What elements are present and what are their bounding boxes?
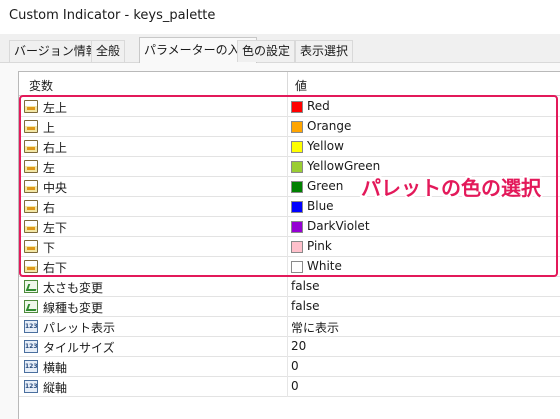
number-param-icon: 123 [24, 320, 38, 333]
tab-colors[interactable]: 色の設定 [237, 40, 296, 62]
parameters-table: 変数 値 左上 Red 上 Orange 右上 Yellow 左 YellowGreen 中央 G… [18, 71, 560, 419]
column-divider [287, 237, 288, 257]
param-name: 下 [43, 241, 56, 255]
color-param-icon [24, 200, 38, 213]
color-param-icon [24, 160, 38, 173]
color-param-icon [24, 180, 38, 193]
title-bar: Custom Indicator - keys_palette [0, 0, 560, 34]
param-name: 上 [43, 121, 56, 135]
param-value[interactable]: false [291, 299, 320, 313]
param-name: タイルサイズ [43, 341, 115, 355]
color-swatch[interactable] [291, 101, 303, 113]
param-name: 線種も変更 [43, 301, 104, 315]
color-swatch[interactable] [291, 181, 303, 193]
color-param-icon [24, 140, 38, 153]
column-header-variable[interactable]: 変数 [29, 77, 53, 94]
tab-visualization[interactable]: 表示選択 [295, 40, 354, 62]
column-divider [287, 217, 288, 237]
table-row-palette-display[interactable]: 123 パレット表示 常に表示 [19, 317, 560, 337]
param-value[interactable]: YellowGreen [307, 159, 380, 173]
param-value[interactable]: Pink [307, 239, 332, 253]
color-swatch[interactable] [291, 241, 303, 253]
column-divider [287, 357, 288, 377]
table-row-change-style[interactable]: 線種も変更 false [19, 297, 560, 317]
param-value[interactable]: White [307, 259, 342, 273]
table-row-vertical-axis[interactable]: 123 縦軸 0 [19, 377, 560, 397]
param-value[interactable]: DarkViolet [307, 219, 370, 233]
number-param-icon: 123 [24, 380, 38, 393]
param-value[interactable]: false [291, 279, 320, 293]
bool-param-icon [24, 300, 38, 313]
table-row-bottom-left[interactable]: 左下 DarkViolet [19, 217, 560, 237]
column-divider [287, 277, 288, 297]
color-swatch[interactable] [291, 141, 303, 153]
param-value[interactable]: Green [307, 179, 343, 193]
color-swatch[interactable] [291, 261, 303, 273]
table-row-bottom[interactable]: 下 Pink [19, 237, 560, 257]
param-name: 中央 [43, 181, 68, 195]
bool-param-icon [24, 280, 38, 293]
column-divider [287, 157, 288, 177]
color-param-icon [24, 100, 38, 113]
table-row-top[interactable]: 上 Orange [19, 117, 560, 137]
param-name: パレット表示 [43, 321, 116, 335]
color-swatch[interactable] [291, 161, 303, 173]
window-title: Custom Indicator - keys_palette [9, 8, 216, 23]
tab-version-info[interactable]: バージョン情報 [9, 40, 103, 62]
color-swatch[interactable] [291, 121, 303, 133]
param-value[interactable]: 常に表示 [291, 319, 339, 336]
column-divider [287, 197, 288, 217]
column-divider [287, 137, 288, 157]
column-divider [287, 97, 288, 117]
param-value[interactable]: 0 [291, 359, 299, 373]
table-row-change-width[interactable]: 太さも変更 false [19, 277, 560, 297]
color-param-icon [24, 120, 38, 133]
color-swatch[interactable] [291, 201, 303, 213]
column-header-value[interactable]: 値 [295, 77, 307, 94]
annotation-label: パレットの色の選択 [361, 176, 541, 200]
param-value[interactable]: Orange [307, 119, 351, 133]
column-divider[interactable] [287, 72, 288, 96]
param-name: 左 [43, 161, 56, 175]
param-value[interactable]: 20 [291, 339, 306, 353]
column-divider [287, 377, 288, 397]
table-row-top-right[interactable]: 右上 Yellow [19, 137, 560, 157]
column-divider [287, 257, 288, 277]
column-divider [287, 117, 288, 137]
param-value[interactable]: 0 [291, 379, 299, 393]
number-param-icon: 123 [24, 340, 38, 353]
param-value[interactable]: Yellow [307, 139, 344, 153]
tab-general[interactable]: 全般 [91, 40, 126, 62]
param-name: 太さも変更 [43, 281, 104, 295]
param-name: 縦軸 [43, 381, 68, 395]
column-divider [287, 177, 288, 197]
color-param-icon [24, 220, 38, 233]
number-param-icon: 123 [24, 360, 38, 373]
column-divider [287, 297, 288, 317]
table-row-bottom-right[interactable]: 右下 White [19, 257, 560, 277]
tab-bar: バージョン情報 全般 パラメーターの入力 色の設定 表示選択 [0, 34, 560, 63]
param-name: 左下 [43, 221, 68, 235]
param-name: 左上 [43, 101, 68, 115]
param-name: 右上 [43, 141, 68, 155]
param-value[interactable]: Red [307, 99, 330, 113]
color-param-icon [24, 240, 38, 253]
column-divider [287, 337, 288, 357]
param-name: 右下 [43, 261, 68, 275]
color-swatch[interactable] [291, 221, 303, 233]
table-row-tile-size[interactable]: 123 タイルサイズ 20 [19, 337, 560, 357]
param-name: 横軸 [43, 361, 68, 375]
param-value[interactable]: Blue [307, 199, 334, 213]
table-row-horizontal-axis[interactable]: 123 横軸 0 [19, 357, 560, 377]
table-header: 変数 値 [19, 72, 560, 96]
color-param-icon [24, 260, 38, 273]
column-divider [287, 317, 288, 337]
table-row-top-left[interactable]: 左上 Red [19, 97, 560, 117]
param-name: 右 [43, 201, 56, 215]
